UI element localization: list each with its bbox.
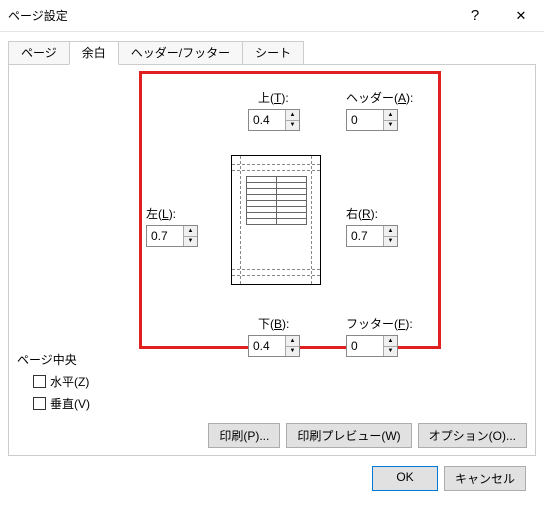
spin-down-icon[interactable]: ▼ [384,121,397,131]
margin-right-spinner[interactable]: ▲▼ [346,225,398,247]
margin-top-spinner[interactable]: ▲▼ [248,109,300,131]
margin-footer-spinner[interactable]: ▲▼ [346,335,398,357]
title-bar: ページ設定 ? ✕ [0,0,544,32]
center-group-title: ページ中央 [17,351,77,368]
margin-top-label: 上(T): [258,89,300,106]
spin-down-icon[interactable]: ▼ [384,237,397,247]
margin-bottom-group: 下(B): ▲▼ [248,315,300,357]
tab-strip: ページ 余白 ヘッダー/フッター シート [8,40,536,64]
center-horizontal-row[interactable]: 水平(Z) [33,373,89,390]
center-horizontal-checkbox[interactable] [33,375,46,388]
margin-bottom-input[interactable] [249,336,285,356]
action-button-row: 印刷(P)... 印刷プレビュー(W) オプション(O)... [208,423,527,448]
print-preview-button[interactable]: 印刷プレビュー(W) [286,423,411,448]
spin-down-icon[interactable]: ▼ [384,347,397,357]
margin-bottom-spinner[interactable]: ▲▼ [248,335,300,357]
page-preview [231,155,321,285]
margin-header-label: ヘッダー(A): [346,89,413,106]
window-title: ページ設定 [0,7,452,24]
margin-top-input[interactable] [249,110,285,130]
spin-up-icon[interactable]: ▲ [184,226,197,237]
tab-page[interactable]: ページ [8,41,70,64]
margin-header-group: ヘッダー(A): ▲▼ [346,89,413,131]
spin-down-icon[interactable]: ▼ [286,347,299,357]
margin-top-group: 上(T): ▲▼ [248,89,300,131]
center-vertical-row[interactable]: 垂直(V) [33,395,90,412]
close-button[interactable]: ✕ [498,0,544,32]
center-vertical-label: 垂直(V) [50,395,90,412]
tab-body-margins: 上(T): ▲▼ ヘッダー(A): ▲▼ 左(L): ▲▼ [8,64,536,456]
ok-button[interactable]: OK [372,466,438,491]
spin-up-icon[interactable]: ▲ [384,110,397,121]
options-button[interactable]: オプション(O)... [418,423,527,448]
margin-footer-group: フッター(F): ▲▼ [346,315,413,357]
help-button[interactable]: ? [452,0,498,32]
spin-up-icon[interactable]: ▲ [384,226,397,237]
margin-right-group: 右(R): ▲▼ [346,205,398,247]
margin-left-group: 左(L): ▲▼ [146,205,198,247]
tab-margins[interactable]: 余白 [69,41,119,65]
cancel-button[interactable]: キャンセル [444,466,526,491]
center-horizontal-label: 水平(Z) [50,373,89,390]
margin-footer-input[interactable] [347,336,383,356]
tab-sheet[interactable]: シート [242,41,304,64]
spin-up-icon[interactable]: ▲ [286,110,299,121]
center-vertical-checkbox[interactable] [33,397,46,410]
margin-right-input[interactable] [347,226,383,246]
print-button[interactable]: 印刷(P)... [208,423,280,448]
margin-left-input[interactable] [147,226,183,246]
tab-headerfooter[interactable]: ヘッダー/フッター [118,41,243,64]
spin-up-icon[interactable]: ▲ [384,336,397,347]
margin-right-label: 右(R): [346,205,398,222]
spin-down-icon[interactable]: ▼ [184,237,197,247]
margin-left-label: 左(L): [146,205,198,222]
margin-footer-label: フッター(F): [346,315,413,332]
margin-header-input[interactable] [347,110,383,130]
spin-down-icon[interactable]: ▼ [286,121,299,131]
spin-up-icon[interactable]: ▲ [286,336,299,347]
dialog-footer: OK キャンセル [8,456,536,501]
margin-bottom-label: 下(B): [258,315,300,332]
margin-left-spinner[interactable]: ▲▼ [146,225,198,247]
margin-layout: 上(T): ▲▼ ヘッダー(A): ▲▼ 左(L): ▲▼ [13,75,531,405]
margin-header-spinner[interactable]: ▲▼ [346,109,398,131]
